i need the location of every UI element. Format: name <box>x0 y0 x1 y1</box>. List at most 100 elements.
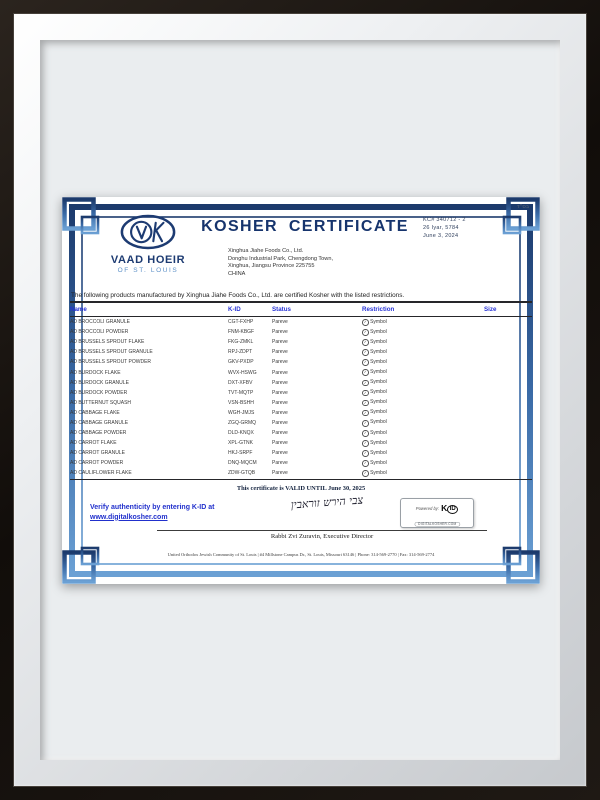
kid-powered-badge: Powered by: KID DIGITALKOSHER.COM <box>400 498 474 528</box>
check-circle-icon: ✓ <box>362 339 369 346</box>
valid-until-statement: This certificate is VALID UNTIL June 30,… <box>62 485 540 492</box>
product-name: AD BURDOCK POWDER <box>70 390 228 396</box>
check-circle-icon: ✓ <box>362 380 369 387</box>
company-address-2: Xinghua, Jiangsu Province 225755 <box>228 263 333 271</box>
restriction-label: Symbol <box>370 399 387 405</box>
product-kid: FNM-KBGF <box>228 329 272 335</box>
restriction-label: Symbol <box>370 319 387 325</box>
product-restriction: ✓Symbol <box>362 470 484 477</box>
product-kid: FKG-ZMKL <box>228 339 272 345</box>
table-row: AD CABBAGE FLAKE WGH-JMJS Pareve ✓Symbol <box>70 408 532 418</box>
table-row: AD BUTTERNUT SQUASH VSN-BSHH Pareve ✓Sym… <box>70 398 532 408</box>
check-circle-icon: ✓ <box>362 420 369 427</box>
company-address-1: Donghu Industrial Park, Chengdong Town, <box>228 256 333 264</box>
mat-board: בס"ד VAAD HOEIR OF ST. LOUIS KOSHER CERT… <box>14 14 586 786</box>
product-status: Pareve <box>272 339 362 345</box>
check-circle-icon: ✓ <box>362 470 369 477</box>
ovk-logo-icon <box>119 212 177 252</box>
product-status: Pareve <box>272 349 362 355</box>
product-restriction: ✓Symbol <box>362 359 484 366</box>
restriction-label: Symbol <box>370 389 387 395</box>
product-kid: RPJ-ZDPT <box>228 349 272 355</box>
product-kid: GKV-PXDP <box>228 359 272 365</box>
product-name: AD BUTTERNUT SQUASH <box>70 400 228 406</box>
product-kid: DXT-XFBV <box>228 380 272 386</box>
badge-top-row: Powered by: KID <box>416 503 458 514</box>
mat-inner-field: בס"ד VAAD HOEIR OF ST. LOUIS KOSHER CERT… <box>40 40 560 760</box>
product-status: Pareve <box>272 450 362 456</box>
product-restriction: ✓Symbol <box>362 440 484 447</box>
product-kid: WGH-JMJS <box>228 410 272 416</box>
product-kid: DNQ-MQCM <box>228 460 272 466</box>
check-circle-icon: ✓ <box>362 329 369 336</box>
product-restriction: ✓Symbol <box>362 339 484 346</box>
issue-date: June 3, 2024 <box>423 232 528 240</box>
header-status: Status <box>272 306 362 313</box>
check-circle-icon: ✓ <box>362 319 369 326</box>
certificate-number: KC# 340712 - 2 <box>423 216 528 224</box>
table-row: AD BURDOCK GRANULE DXT-XFBV Pareve ✓Symb… <box>70 378 532 388</box>
header-restriction: Restriction <box>362 306 484 313</box>
restriction-label: Symbol <box>370 470 387 476</box>
table-row: AD CARROT POWDER DNQ-MQCM Pareve ✓Symbol <box>70 458 532 468</box>
product-status: Pareve <box>272 319 362 325</box>
table-row: AD BURDOCK FLAKE WVX-HSWG Pareve ✓Symbol <box>70 367 532 377</box>
picture-frame: בס"ד VAAD HOEIR OF ST. LOUIS KOSHER CERT… <box>0 0 600 800</box>
table-row: AD BROCCOLI POWDER FNM-KBGF Pareve ✓Symb… <box>70 327 532 337</box>
product-status: Pareve <box>272 400 362 406</box>
check-circle-icon: ✓ <box>362 440 369 447</box>
product-name: AD BURDOCK GRANULE <box>70 380 228 386</box>
check-circle-icon: ✓ <box>362 359 369 366</box>
check-circle-icon: ✓ <box>362 390 369 397</box>
product-name: AD CAULIFLOWER FLAKE <box>70 470 228 476</box>
footer-wrap: United Orthodox Jewish Community of St. … <box>62 552 540 564</box>
product-status: Pareve <box>272 470 362 476</box>
restriction-label: Symbol <box>370 409 387 415</box>
product-name: AD CABBAGE GRANULE <box>70 420 228 426</box>
product-kid: HKJ-SRPF <box>228 450 272 456</box>
table-row: AD BRUSSELS SPROUT FLAKE FKG-ZMKL Pareve… <box>70 337 532 347</box>
product-name: AD BURDOCK FLAKE <box>70 370 228 376</box>
restriction-label: Symbol <box>370 430 387 436</box>
table-row: AD CARROT FLAKE XPL-GTNK Pareve ✓Symbol <box>70 438 532 448</box>
verify-authenticity-block: Verify authenticity by entering K-ID at … <box>90 503 255 522</box>
product-status: Pareve <box>272 460 362 466</box>
hebrew-bsd-text: בס"ד <box>517 204 529 210</box>
product-name: AD CABBAGE FLAKE <box>70 410 228 416</box>
powered-by-label: Powered by: <box>416 506 439 511</box>
product-name: AD CARROT POWDER <box>70 460 228 466</box>
table-row: AD BURDOCK POWDER TVT-MQTP Pareve ✓Symbo… <box>70 388 532 398</box>
verify-text: Verify authenticity by entering K-ID at <box>90 504 214 511</box>
product-status: Pareve <box>272 359 362 365</box>
digitalkosher-link[interactable]: www.digitalkosher.com <box>90 514 168 521</box>
restriction-label: Symbol <box>370 329 387 335</box>
product-restriction: ✓Symbol <box>362 319 484 326</box>
product-restriction: ✓Symbol <box>362 450 484 457</box>
restriction-label: Symbol <box>370 450 387 456</box>
product-name: AD BRUSSELS SPROUT FLAKE <box>70 339 228 345</box>
check-circle-icon: ✓ <box>362 349 369 356</box>
restriction-label: Symbol <box>370 419 387 425</box>
product-kid: WVX-HSWG <box>228 370 272 376</box>
company-name: Xinghua Jiahe Foods Co., Ltd. <box>228 248 333 256</box>
kid-logo-icon: KID <box>441 503 458 514</box>
footer-contact-line: United Orthodox Jewish Community of St. … <box>62 552 540 557</box>
product-name: AD BROCCOLI GRANULE <box>70 319 228 325</box>
product-restriction: ✓Symbol <box>362 409 484 416</box>
product-kid: ZGQ-GRMQ <box>228 420 272 426</box>
product-kid: CGT-FXHP <box>228 319 272 325</box>
product-status: Pareve <box>272 380 362 386</box>
product-kid: VSN-BSHH <box>228 400 272 406</box>
table-row: AD CARROT GRANULE HKJ-SRPF Pareve ✓Symbo… <box>70 448 532 458</box>
kosher-certificate-document: בס"ד VAAD HOEIR OF ST. LOUIS KOSHER CERT… <box>62 197 540 584</box>
header-name: Name <box>70 306 228 313</box>
product-name: AD CARROT GRANULE <box>70 450 228 456</box>
product-restriction: ✓Symbol <box>362 379 484 386</box>
product-restriction: ✓Symbol <box>362 349 484 356</box>
table-row: AD CABBAGE POWDER DLD-KNQX Pareve ✓Symbo… <box>70 428 532 438</box>
check-circle-icon: ✓ <box>362 450 369 457</box>
products-table: Name K-ID Status Restriction Size AD BRO… <box>70 301 532 480</box>
product-name: AD CABBAGE POWDER <box>70 430 228 436</box>
company-country: CHINA <box>228 271 333 279</box>
product-status: Pareve <box>272 410 362 416</box>
